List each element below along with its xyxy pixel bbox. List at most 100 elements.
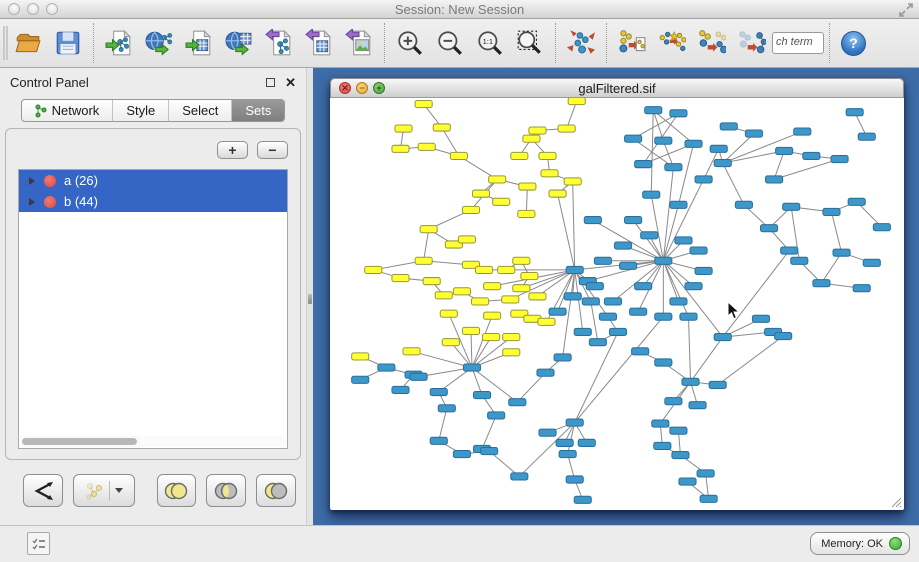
save-session-button[interactable] — [48, 22, 88, 64]
graph-node-blue — [695, 176, 712, 183]
graph-node-yellow — [365, 266, 382, 273]
memory-status-button[interactable]: Memory: OK — [810, 532, 910, 555]
zoom-actual-size-button[interactable]: 1:1 — [470, 22, 510, 64]
graph-node-blue — [672, 452, 689, 459]
network-frame-titlebar[interactable]: ✕ − + galFiltered.sif — [330, 78, 904, 98]
graph-node-yellow — [483, 334, 500, 341]
disclosure-triangle-icon[interactable] — [29, 177, 35, 185]
apply-layout-button[interactable] — [561, 22, 601, 64]
help-button[interactable]: ? — [841, 31, 866, 56]
network-from-selection-button[interactable] — [612, 22, 652, 64]
list-item-set-b[interactable]: b (44) — [19, 191, 287, 212]
select-neighbors-icon — [658, 29, 686, 57]
graph-node-blue — [652, 420, 669, 427]
graph-node-yellow — [539, 152, 556, 159]
graph-node-blue — [463, 364, 480, 371]
export-table-button[interactable] — [299, 22, 339, 64]
tab-style[interactable]: Style — [113, 100, 169, 121]
tab-network[interactable]: Network — [22, 100, 114, 121]
graph-node-blue — [539, 429, 556, 436]
difference-sets-button[interactable] — [256, 474, 296, 507]
split-set-button[interactable] — [23, 474, 63, 507]
network-canvas[interactable] — [331, 98, 903, 509]
graph-node-blue — [554, 354, 571, 361]
zoom-fit-button[interactable] — [510, 22, 550, 64]
graph-node-blue — [813, 280, 830, 287]
split-arrows-icon — [32, 481, 54, 501]
graph-node-yellow — [458, 236, 475, 243]
graph-node-yellow — [472, 190, 489, 197]
float-panel-icon[interactable] — [266, 78, 275, 87]
expand-icon[interactable] — [899, 3, 913, 17]
disclosure-triangle-icon[interactable] — [29, 198, 35, 206]
graph-node-blue — [670, 201, 687, 208]
graph-node-blue — [589, 339, 606, 346]
horizontal-scrollbar[interactable] — [20, 436, 286, 447]
graph-node-yellow — [503, 349, 520, 356]
mouse-cursor — [727, 301, 740, 321]
status-bar: Memory: OK — [0, 525, 919, 562]
panel-splitter[interactable] — [306, 68, 313, 525]
graph-node-blue — [566, 266, 583, 273]
union-sets-button[interactable] — [157, 474, 197, 507]
graph-node-blue — [620, 262, 637, 269]
graph-node-yellow — [489, 176, 506, 183]
close-panel-icon[interactable]: ✕ — [285, 76, 296, 89]
graph-node-blue — [665, 398, 682, 405]
zoom-in-button[interactable] — [390, 22, 430, 64]
import-network-file-button[interactable] — [99, 22, 139, 64]
set-color-dot — [44, 175, 56, 187]
graph-node-blue — [745, 130, 762, 137]
search-text: ch term — [776, 36, 813, 48]
graph-node-blue — [392, 386, 409, 393]
scrollbar-thumb[interactable] — [22, 438, 137, 445]
graph-node-blue — [714, 334, 731, 341]
graph-node-blue — [710, 145, 727, 152]
network-frame[interactable]: ✕ − + galFiltered.sif — [330, 78, 904, 510]
network-graph — [331, 98, 903, 509]
graph-node-blue — [645, 107, 662, 114]
new-network-selected-nodes-selected-edges-button[interactable] — [732, 22, 772, 64]
splitter-grip[interactable] — [308, 294, 312, 304]
task-history-button[interactable] — [27, 532, 50, 555]
add-set-button[interactable]: + — [217, 141, 248, 159]
resize-grip-icon[interactable] — [890, 496, 902, 508]
import-network-url-button[interactable] — [139, 22, 179, 64]
graph-node-yellow — [538, 318, 555, 325]
graph-node-blue — [670, 298, 687, 305]
tab-select[interactable]: Select — [169, 100, 232, 121]
graph-node-blue — [846, 109, 863, 116]
zoom-out-button[interactable] — [430, 22, 470, 64]
zoom-one-to-one-icon: 1:1 — [476, 29, 504, 57]
toolbar-separator — [384, 23, 385, 63]
control-panel: Control Panel ✕ Network Style Select Set… — [0, 68, 306, 525]
dropdown-arrow-icon[interactable] — [115, 488, 123, 493]
export-network-button[interactable] — [259, 22, 299, 64]
import-table-url-button[interactable] — [219, 22, 259, 64]
export-image-button[interactable] — [339, 22, 379, 64]
graph-node-blue — [685, 283, 702, 290]
graph-node-yellow — [541, 170, 558, 177]
remove-set-button[interactable]: − — [257, 141, 288, 159]
import-table-file-button[interactable] — [179, 22, 219, 64]
list-item-set-a[interactable]: a (26) — [19, 170, 287, 191]
select-neighbors-button[interactable] — [652, 22, 692, 64]
import-network-web-icon — [145, 29, 173, 57]
toolbar-separator — [555, 23, 556, 63]
graph-node-blue — [655, 359, 672, 366]
network-from-selection-icon — [618, 29, 646, 57]
graph-node-blue — [430, 388, 447, 395]
graph-node-blue — [794, 128, 811, 135]
tab-sets[interactable]: Sets — [232, 100, 284, 121]
intersect-sets-button[interactable] — [206, 474, 246, 507]
create-set-from-network-button[interactable] — [73, 474, 135, 507]
graph-node-blue — [665, 164, 682, 171]
search-input[interactable]: ch term — [772, 32, 824, 54]
graph-node-blue — [695, 267, 712, 274]
graph-node-yellow — [503, 334, 520, 341]
graph-node-blue — [511, 473, 528, 480]
new-network-selected-nodes-all-edges-button[interactable] — [692, 22, 732, 64]
open-session-button[interactable] — [8, 22, 48, 64]
memory-ok-indicator — [889, 537, 902, 550]
import-network-file-icon — [105, 29, 133, 57]
